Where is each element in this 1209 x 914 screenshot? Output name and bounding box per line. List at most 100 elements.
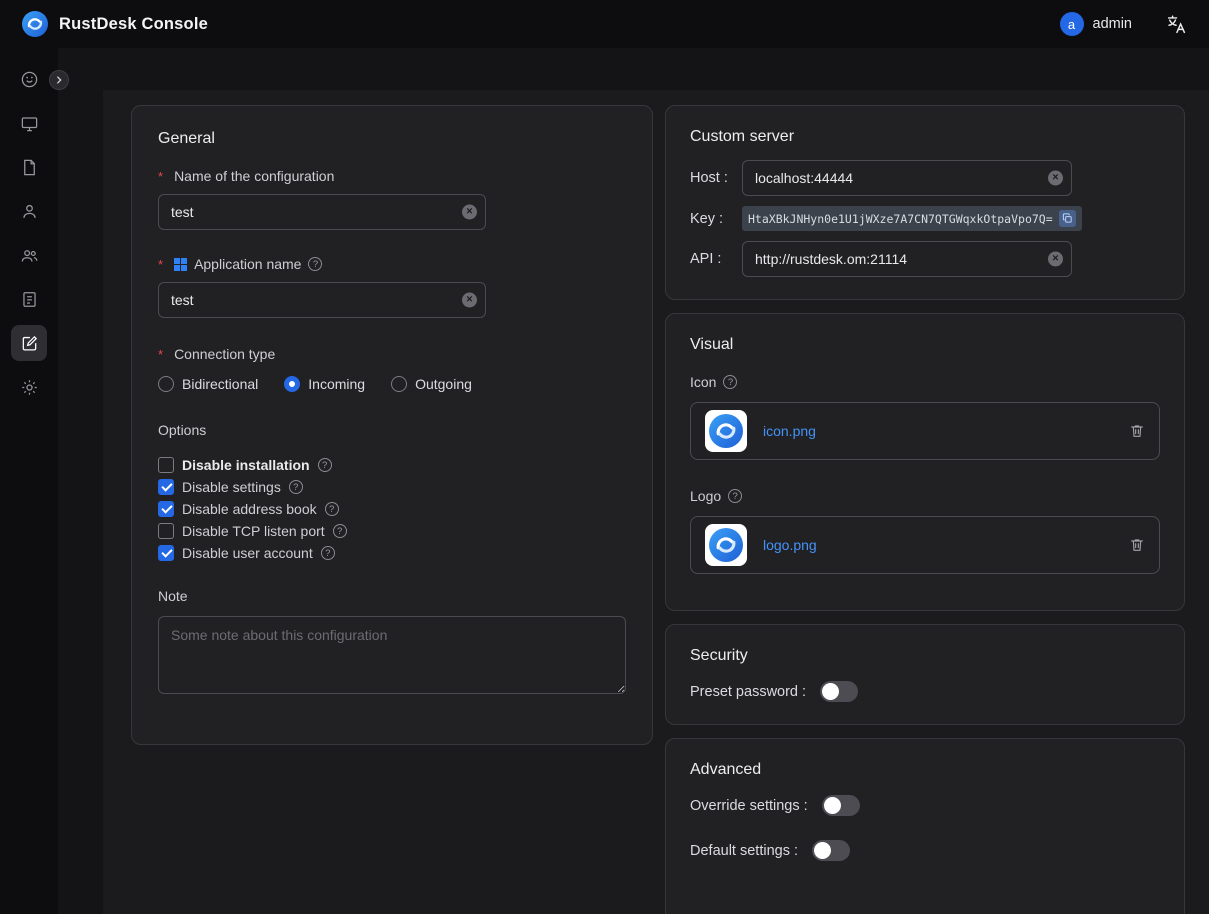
logo-filebox: logo.png <box>690 516 1160 574</box>
visual-title: Visual <box>690 336 1160 354</box>
default-settings-row: Default settings : <box>690 840 1160 861</box>
icon-label-text: Icon <box>690 374 716 390</box>
connection-type-label: Connection type <box>158 346 626 362</box>
application-name-input[interactable] <box>158 282 486 318</box>
devices-icon <box>20 114 39 133</box>
logo-thumbnail <box>705 524 747 566</box>
preset-password-label: Preset password : <box>690 684 806 700</box>
api-label: API : <box>690 251 742 267</box>
icon-file-link[interactable]: icon.png <box>763 423 816 439</box>
sidebar-item-configurations[interactable] <box>11 325 47 361</box>
disable-installation-help-icon[interactable] <box>318 458 332 472</box>
clear-name-icon[interactable] <box>462 205 477 220</box>
advanced-card: Advanced Override settings : Default set… <box>665 738 1185 914</box>
default-settings-toggle[interactable] <box>812 840 850 861</box>
preset-password-toggle[interactable] <box>820 681 858 702</box>
checkbox-disable-tcp-listen-port[interactable]: Disable TCP listen port <box>158 520 626 542</box>
name-input[interactable] <box>158 194 486 230</box>
icon-filebox: icon.png <box>690 402 1160 460</box>
checkbox-disable-user-account-label: Disable user account <box>182 545 313 561</box>
clear-host-icon[interactable] <box>1048 171 1063 186</box>
checkbox-disable-installation[interactable]: Disable installation <box>158 454 626 476</box>
name-label-text: Name of the configuration <box>174 168 334 184</box>
settings-icon <box>20 378 39 397</box>
documents-icon <box>20 158 39 177</box>
delete-icon-file-icon[interactable] <box>1129 423 1145 439</box>
app-name-help-icon[interactable] <box>308 257 322 271</box>
checkbox-disable-settings-label: Disable settings <box>182 479 281 495</box>
api-row: API : <box>690 241 1160 277</box>
logo-file-link[interactable]: logo.png <box>763 537 817 553</box>
sidebar-item-documents[interactable] <box>11 149 47 185</box>
audit-logs-icon <box>20 290 39 309</box>
users-icon <box>20 202 39 221</box>
sidebar <box>0 48 58 914</box>
sidebar-item-status[interactable] <box>11 61 47 97</box>
application-name-label: Application name <box>158 256 626 272</box>
radio-bidirectional[interactable]: Bidirectional <box>158 376 258 392</box>
disable-user-account-help-icon[interactable] <box>321 546 335 560</box>
checkbox-disable-tcp-listen-port-label: Disable TCP listen port <box>182 523 325 539</box>
radio-incoming[interactable]: Incoming <box>284 376 365 392</box>
sidebar-item-users[interactable] <box>11 193 47 229</box>
checkbox-disable-tcp-listen-port-control <box>158 523 174 539</box>
delete-logo-file-icon[interactable] <box>1129 537 1145 553</box>
visual-card: Visual Icon icon.png <box>665 313 1185 611</box>
radio-incoming-label: Incoming <box>308 376 365 392</box>
translate-icon[interactable] <box>1166 14 1187 35</box>
custom-server-title: Custom server <box>690 128 1160 146</box>
checkbox-disable-settings[interactable]: Disable settings <box>158 476 626 498</box>
host-label: Host : <box>690 170 742 186</box>
copy-key-icon[interactable] <box>1059 210 1076 227</box>
clear-application-name-icon[interactable] <box>462 293 477 308</box>
checkbox-disable-address-book-label: Disable address book <box>182 501 317 517</box>
key-row: Key : HtaXBkJNHyn0e1U1jWXze7A7CN7QTGWqxk… <box>690 206 1160 231</box>
advanced-title: Advanced <box>690 761 1160 779</box>
radio-bidirectional-control <box>158 376 174 392</box>
right-column: Custom server Host : Key : HtaXBkJNHyn0e… <box>665 105 1185 914</box>
icon-help-icon[interactable] <box>723 375 737 389</box>
checkbox-disable-address-book[interactable]: Disable address book <box>158 498 626 520</box>
groups-icon <box>20 246 39 265</box>
icon-preview-image <box>709 414 743 448</box>
logo-help-icon[interactable] <box>728 489 742 503</box>
radio-outgoing-label: Outgoing <box>415 376 472 392</box>
username[interactable]: admin <box>1093 16 1133 32</box>
disable-settings-help-icon[interactable] <box>289 480 303 494</box>
checkbox-disable-user-account[interactable]: Disable user account <box>158 542 626 564</box>
disable-address-book-help-icon[interactable] <box>325 502 339 516</box>
host-input[interactable] <box>742 160 1072 196</box>
note-label-text: Note <box>158 588 188 604</box>
main-area: General Name of the configuration Applic… <box>58 48 1209 914</box>
icon-label: Icon <box>690 374 1160 390</box>
sidebar-expand-button[interactable] <box>49 70 69 90</box>
chevron-right-icon <box>54 75 64 85</box>
api-input[interactable] <box>742 241 1072 277</box>
status-icon <box>20 70 39 89</box>
options-label: Options <box>158 422 626 438</box>
note-textarea[interactable] <box>158 616 626 694</box>
key-label: Key : <box>690 211 742 227</box>
override-settings-toggle[interactable] <box>822 795 860 816</box>
note-label: Note <box>158 588 626 604</box>
sidebar-item-groups[interactable] <box>11 237 47 273</box>
key-value-chip: HtaXBkJNHyn0e1U1jWXze7A7CN7QTGWqxkOtpaVp… <box>742 206 1082 231</box>
rustdesk-logo-icon <box>22 11 48 37</box>
sidebar-item-audit-logs[interactable] <box>11 281 47 317</box>
sidebar-item-settings[interactable] <box>11 369 47 405</box>
disable-tcp-listen-port-help-icon[interactable] <box>333 524 347 538</box>
clear-api-icon[interactable] <box>1048 252 1063 267</box>
user-avatar[interactable]: a <box>1060 12 1084 36</box>
name-label: Name of the configuration <box>158 168 626 184</box>
app-title: RustDesk Console <box>59 15 208 34</box>
checkbox-disable-settings-control <box>158 479 174 495</box>
radio-outgoing[interactable]: Outgoing <box>391 376 472 392</box>
options-label-text: Options <box>158 422 206 438</box>
logo-label: Logo <box>690 488 1160 504</box>
logo-preview-image <box>709 528 743 562</box>
general-card: General Name of the configuration Applic… <box>131 105 653 745</box>
sidebar-item-devices[interactable] <box>11 105 47 141</box>
connection-type-label-text: Connection type <box>174 346 275 362</box>
checkbox-disable-installation-control <box>158 457 174 473</box>
preset-password-row: Preset password : <box>690 681 1160 702</box>
